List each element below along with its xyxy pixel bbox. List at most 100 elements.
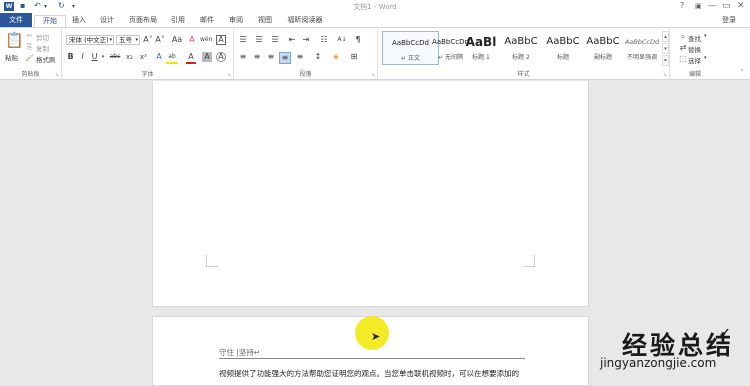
style-name: 标题 2 [512,54,530,61]
close-button[interactable]: ✕ [737,1,745,11]
clipboard-launcher-icon[interactable]: ↘ [55,72,59,78]
character-border-button[interactable]: A [216,35,226,45]
find-button[interactable]: 查找 [688,33,701,43]
format-painter-button[interactable]: 格式刷 [36,54,56,64]
collapse-ribbon-icon[interactable]: ˄ [738,68,746,78]
clear-formatting-button[interactable]: A [187,35,197,45]
grow-font-button[interactable]: A˄ [143,35,153,45]
watermark-url: jingyanzongjie.com [600,356,717,370]
style-name: 副标题 [593,54,612,61]
underline-button[interactable]: U [90,52,99,62]
body-paragraph[interactable]: 视频提供了功能强大的方法帮助您证明您的观点。当您单击联机视频时，可以在想要添加的 [219,368,519,379]
chevron-down-icon: ▾ [135,37,138,43]
page-1[interactable] [152,81,589,307]
tab-mailings[interactable]: 邮件 [196,15,218,27]
highlight-color-button[interactable]: ab [166,52,178,64]
text-effects-button[interactable]: A [154,52,164,62]
align-right-icon[interactable]: ≡ [265,52,277,62]
align-center-icon[interactable]: ≡ [251,52,263,62]
tab-insert[interactable]: 插入 [68,15,90,27]
underline-dropdown-icon[interactable]: ▾ [100,52,106,62]
style-sample: AaBbC [586,36,620,47]
phonetic-guide-button[interactable]: wén [200,35,212,45]
style-name: 标题 [556,54,569,61]
crop-mark-bottom-right-icon [523,255,535,267]
bold-button[interactable]: B [66,52,75,62]
change-case-button[interactable]: Aa [170,35,184,45]
chevron-down-icon: ▾ [109,37,112,43]
bullets-icon[interactable]: ☰ [237,35,249,45]
ribbon-display-options-icon[interactable]: ▣ [695,2,702,10]
copy-icon[interactable]: ⎘ [25,42,34,52]
cut-icon[interactable]: ✂ [25,31,34,41]
shading-icon[interactable]: ◈ [330,52,342,62]
tab-view[interactable]: 视图 [254,15,276,27]
tab-home[interactable]: 开始 [34,15,66,27]
select-button[interactable]: 选择 [688,55,701,65]
tab-file[interactable]: 文件 [0,13,32,27]
character-shading-button[interactable]: A [202,52,212,62]
find-dropdown-icon[interactable]: ▾ [704,33,707,39]
styles-scroll-down-icon[interactable]: ▾ [662,43,669,54]
shrink-font-button[interactable]: A˅ [155,35,165,45]
line-spacing-icon[interactable]: ↕ [312,52,324,62]
tab-review[interactable]: 审阅 [225,15,247,27]
font-size-value: 五号 [119,36,132,44]
watermark: 经验总结 ✓ jingyanzongjie.com [600,324,750,379]
numbering-icon[interactable]: ☰ [253,35,265,45]
select-dropdown-icon[interactable]: ▾ [704,55,707,61]
chinese-layout-icon[interactable]: ☷ [318,35,330,45]
replace-icon[interactable]: ⇄ [678,43,688,53]
distributed-icon[interactable]: ≡ [294,52,306,62]
tab-design[interactable]: 设计 [96,15,118,27]
subscript-button[interactable]: x₂ [124,52,135,62]
copy-button[interactable]: 复制 [36,43,49,53]
tab-references[interactable]: 引用 [167,15,189,27]
tab-page-layout[interactable]: 页面布局 [126,15,160,27]
styles-scroll-up-icon[interactable]: ▴ [662,31,669,42]
sort-button[interactable]: A↓ [336,35,348,45]
font-launcher-icon[interactable]: ↘ [227,72,231,78]
styles-group: AaBbCcDd ↵ 正文 AaBbCcDd ↵ 无间隔 AaBl 标题 1 A… [378,28,670,79]
minimize-button[interactable]: — [708,1,717,11]
styles-more-icon[interactable]: ⏷ [662,55,669,66]
enclose-characters-button[interactable]: A [216,52,226,62]
increase-indent-icon[interactable]: ⇥ [300,35,312,45]
show-marks-button[interactable]: ¶ [352,35,364,45]
paragraph-launcher-icon[interactable]: ↘ [371,72,375,78]
strikethrough-button[interactable]: abc [108,52,122,62]
select-icon[interactable]: ⬚ [678,54,688,64]
style-sample: AaBbC [504,36,538,47]
decrease-indent-icon[interactable]: ⇤ [286,35,298,45]
justify-icon[interactable]: ≡ [279,52,291,64]
style-subtitle[interactable]: AaBbC 副标题 [582,31,624,65]
style-subtle-emphasis[interactable]: AaBbCcDd 不明显强调 [622,31,662,65]
style-heading-1[interactable]: AaBl 标题 1 [462,31,500,65]
tab-foxit-reader[interactable]: 福昕阅读器 [283,15,327,27]
font-size-combo[interactable]: 五号 ▾ [116,35,140,45]
superscript-button[interactable]: x² [138,52,149,62]
restore-button[interactable]: ▭ [722,1,731,11]
styles-launcher-icon[interactable]: ↘ [663,72,667,78]
find-icon[interactable]: ⌕ [678,32,688,42]
checkmark-icon: ✓ [718,324,732,343]
paste-icon[interactable]: 📋 [5,31,24,49]
format-painter-icon[interactable]: 🖌 [25,53,34,63]
style-title[interactable]: AaBbC 标题 [542,31,584,65]
header-text[interactable]: 守住 |坚持↵ [219,347,260,358]
help-button[interactable]: ? [680,1,684,10]
cut-button[interactable]: 剪切 [36,32,49,42]
font-name-combo[interactable]: 宋体 (中文正) ▾ [66,35,114,45]
borders-icon[interactable]: ⊞ [348,52,360,62]
italic-button[interactable]: I [78,52,87,62]
multilevel-list-icon[interactable]: ☰ [269,35,281,45]
paste-button[interactable]: 粘贴 [5,52,18,62]
style-heading-2[interactable]: AaBbC 标题 2 [500,31,542,65]
font-color-button[interactable]: A [186,52,196,64]
style-sample: AaBbC [546,36,580,47]
editing-group-label: 编辑 [688,71,701,78]
sign-in-link[interactable]: 登录 [722,15,736,25]
align-left-icon[interactable]: ≡ [237,52,249,62]
replace-button[interactable]: 替换 [688,44,701,54]
ribbon-tabs: 文件 开始 插入 设计 页面布局 引用 邮件 审阅 视图 福昕阅读器 登录 [0,13,750,27]
